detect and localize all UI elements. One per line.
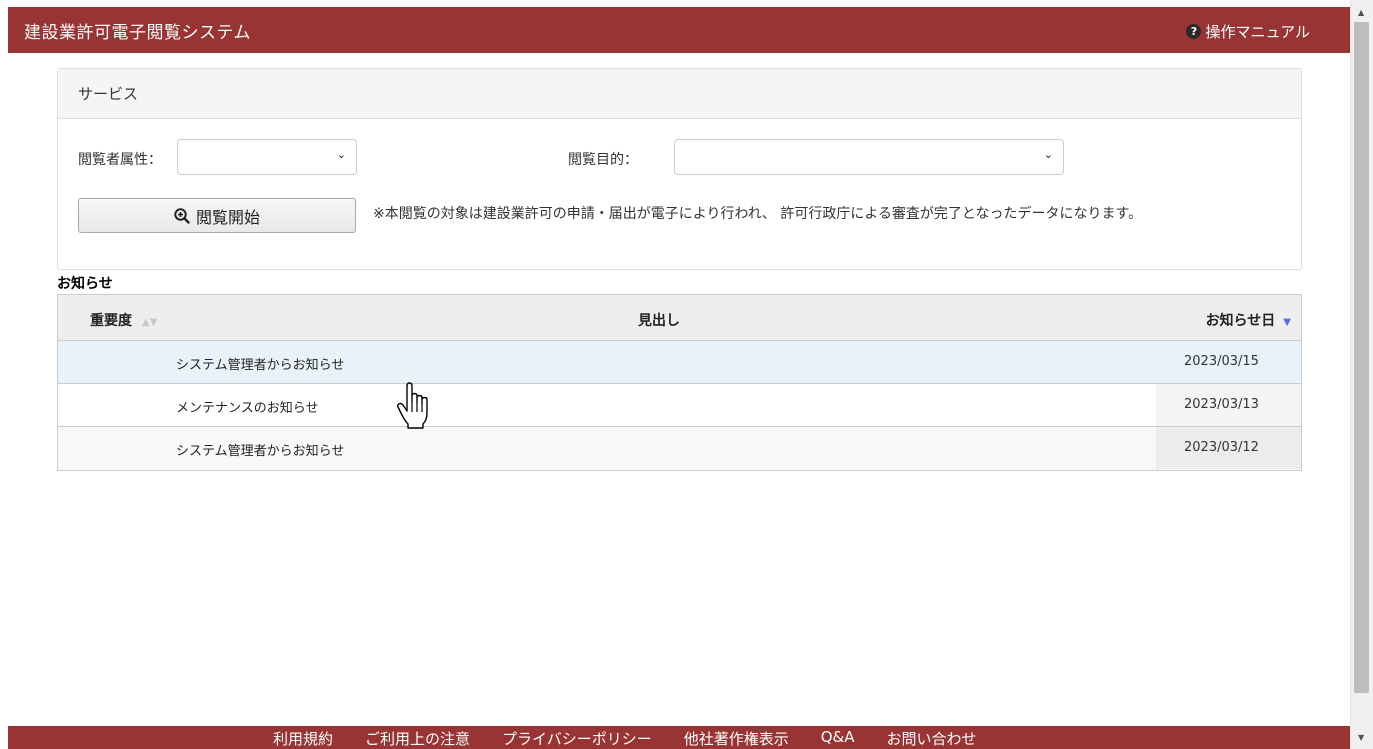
start-viewing-button[interactable]: 閲覧開始 bbox=[78, 198, 356, 233]
viewer-attr-label: 閲覧者属性： bbox=[78, 152, 162, 168]
notice-date: 2023/03/12 bbox=[1156, 427, 1301, 469]
notice-date: 2023/03/13 bbox=[1156, 384, 1301, 426]
viewer-attr-select[interactable]: ⌄ bbox=[177, 139, 357, 175]
notice-title[interactable]: システム管理者からお知らせ bbox=[176, 354, 344, 373]
start-viewing-label: 閲覧開始 bbox=[195, 207, 260, 227]
footer-link-privacy[interactable]: プライバシーポリシー bbox=[502, 728, 652, 749]
footer-links: 利用規約 ご利用上の注意 プライバシーポリシー 他社著作権表示 Q&A お問い合… bbox=[273, 728, 977, 749]
scrollbar-thumb[interactable] bbox=[1354, 22, 1369, 693]
help-icon: ? bbox=[1186, 24, 1202, 39]
purpose-label: 閲覧目的： bbox=[568, 152, 638, 168]
app-header: 建設業許可電子閲覧システム ? 操作マニュアル bbox=[8, 7, 1350, 53]
manual-link[interactable]: ? 操作マニュアル bbox=[1186, 21, 1310, 42]
sort-desc-icon: ▼ bbox=[1283, 317, 1291, 328]
table-row[interactable]: システム管理者からお知らせ 2023/03/12 bbox=[58, 427, 1301, 470]
app-title: 建設業許可電子閲覧システム bbox=[24, 23, 251, 43]
scroll-down-arrow-icon[interactable]: ▼ bbox=[1358, 733, 1364, 742]
chevron-down-icon: ⌄ bbox=[336, 148, 346, 161]
column-label-importance: 重要度 bbox=[90, 313, 132, 329]
manual-label: 操作マニュアル bbox=[1205, 23, 1310, 41]
footer-link-faq[interactable]: Q&A bbox=[821, 728, 855, 749]
notice-title[interactable]: メンテナンスのお知らせ bbox=[176, 397, 318, 416]
notice-date: 2023/03/15 bbox=[1156, 341, 1301, 383]
page: 建設業許可電子閲覧システム ? 操作マニュアル サービス 閲覧者属性： ⌄ 閲覧… bbox=[0, 0, 1350, 749]
notices-title: お知らせ bbox=[57, 276, 113, 292]
service-panel: サービス 閲覧者属性： ⌄ 閲覧目的： ⌄ 閲覧開始 ※本閲覧の対象は建設業許可… bbox=[57, 68, 1302, 270]
sort-both-icon: ▲▼ bbox=[142, 317, 158, 328]
footer-link-copyright[interactable]: 他社著作権表示 bbox=[684, 728, 789, 749]
service-panel-title: サービス bbox=[58, 69, 1301, 119]
zoom-in-icon bbox=[174, 207, 190, 224]
footer-link-terms[interactable]: 利用規約 bbox=[273, 728, 333, 749]
table-header: 重要度 ▲▼ 見出し お知らせ日 ▼ bbox=[58, 295, 1301, 341]
column-header-date[interactable]: お知らせ日 ▼ bbox=[1206, 310, 1291, 330]
scroll-up-arrow-icon[interactable]: ▲ bbox=[1358, 8, 1364, 17]
footer-link-contact[interactable]: お問い合わせ bbox=[887, 728, 977, 749]
column-label-date: お知らせ日 bbox=[1205, 313, 1276, 329]
notice-title[interactable]: システム管理者からお知らせ bbox=[176, 440, 344, 459]
column-header-importance[interactable]: 重要度 ▲▼ bbox=[90, 310, 157, 330]
chevron-down-icon: ⌄ bbox=[1043, 148, 1053, 161]
vertical-scrollbar[interactable]: ▲ ▼ bbox=[1350, 0, 1373, 749]
notices-table: 重要度 ▲▼ 見出し お知らせ日 ▼ システム管理者からお知らせ 2023/03/1… bbox=[57, 294, 1302, 471]
table-row[interactable]: システム管理者からお知らせ 2023/03/15 bbox=[58, 341, 1301, 384]
app-footer: 利用規約 ご利用上の注意 プライバシーポリシー 他社著作権表示 Q&A お問い合… bbox=[8, 726, 1350, 749]
service-note: ※本閲覧の対象は建設業許可の申請・届出が電子により行われ、 許可行政庁による審査… bbox=[373, 206, 1143, 222]
purpose-select[interactable]: ⌄ bbox=[674, 139, 1064, 175]
column-header-headline: 見出し bbox=[638, 313, 680, 329]
footer-link-notes[interactable]: ご利用上の注意 bbox=[365, 728, 470, 749]
table-row[interactable]: メンテナンスのお知らせ 2023/03/13 bbox=[58, 384, 1301, 427]
